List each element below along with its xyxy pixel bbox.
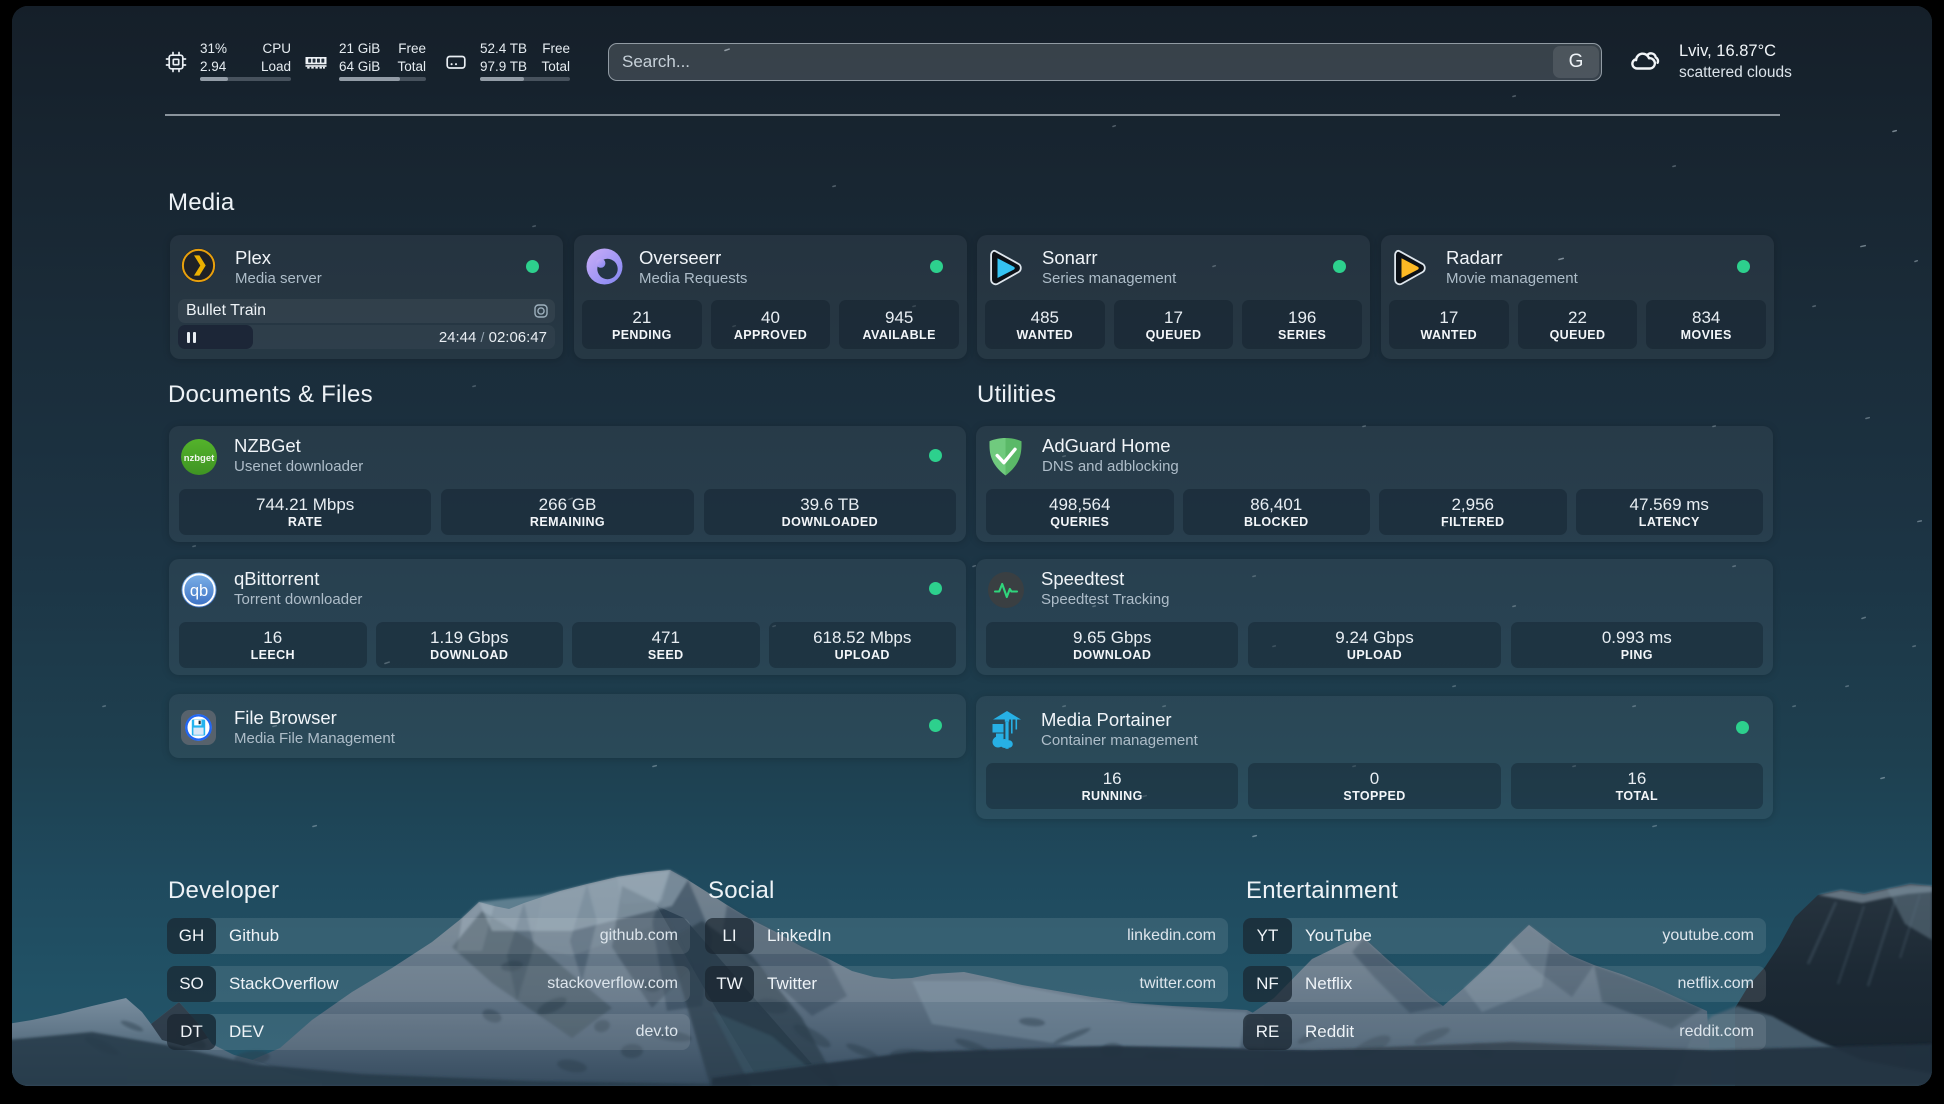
svg-text:nzbget: nzbget bbox=[184, 453, 215, 464]
svg-text:qb: qb bbox=[190, 582, 208, 600]
